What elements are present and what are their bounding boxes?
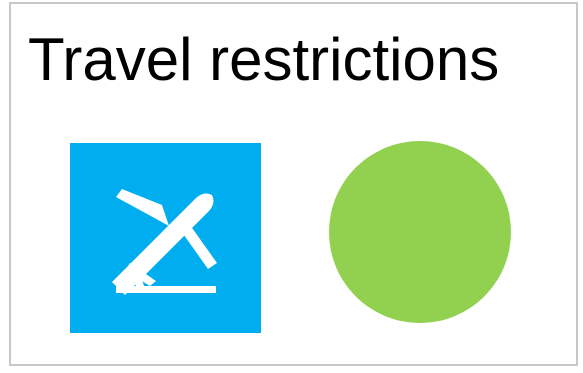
travel-restrictions-card[interactable]: Travel restrictions <box>9 2 578 366</box>
status-indicator-dot <box>329 141 511 323</box>
runway-line <box>116 286 216 293</box>
card-title: Travel restrictions <box>28 26 500 93</box>
airplane-departure-icon <box>70 143 261 333</box>
